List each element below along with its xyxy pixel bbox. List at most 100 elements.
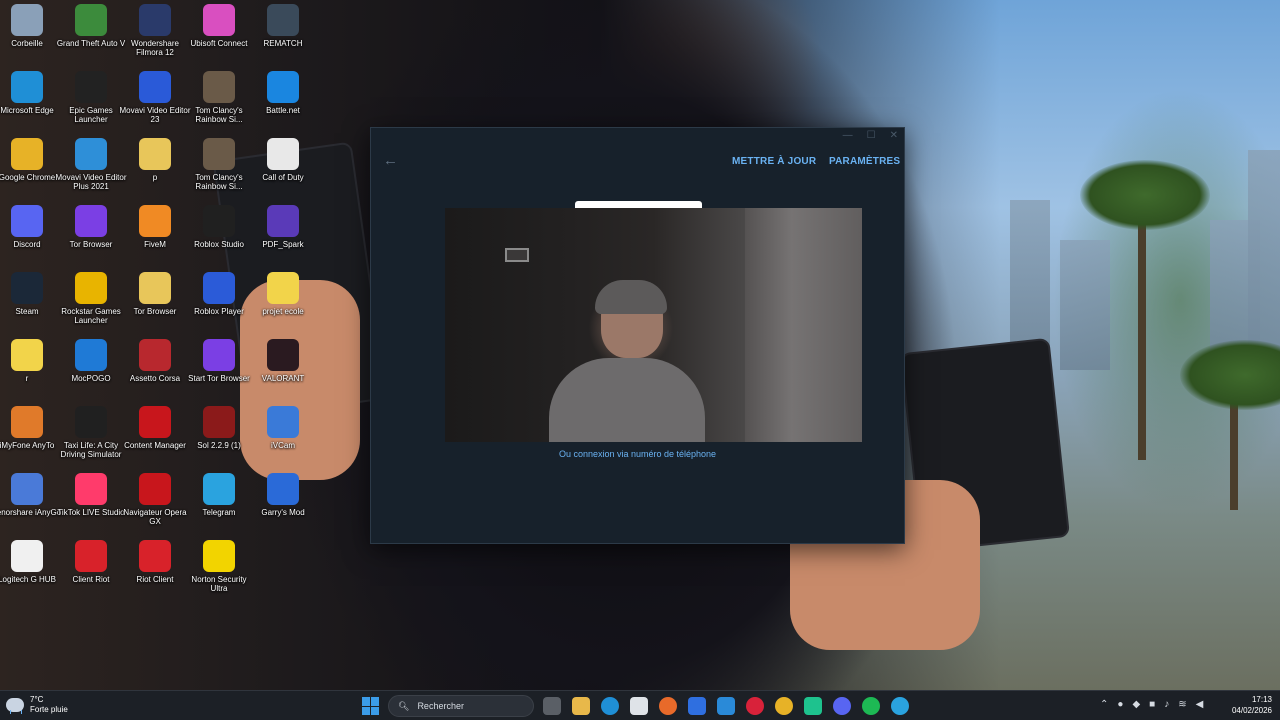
rainbow-six-icon: [203, 138, 235, 170]
telegram-taskbar-icon[interactable]: [891, 697, 909, 715]
desktop-shortcut-label: Taxi Life: A City Driving Simulator: [60, 441, 122, 459]
desktop-shortcut-label: Corbeille: [11, 39, 43, 48]
store-icon[interactable]: [630, 697, 648, 715]
desktop-shortcut[interactable]: Taxi Life: A City Driving Simulator: [60, 406, 122, 468]
desktop-shortcut[interactable]: TikTok LIVE Studio: [57, 473, 125, 535]
desktop-shortcut[interactable]: Discord: [0, 205, 58, 267]
desktop-shortcut[interactable]: Navigateur Opera GX: [123, 473, 187, 535]
desktop-shortcut[interactable]: Tom Clancy's Rainbow Si...: [188, 71, 250, 133]
roblox-player-icon: [203, 272, 235, 304]
desktop-shortcut[interactable]: PDF_Spark: [252, 205, 314, 267]
desktop-shortcut[interactable]: Telegram: [188, 473, 250, 535]
desktop-shortcut[interactable]: Battle.net: [252, 71, 314, 133]
desktop-shortcut[interactable]: Ubisoft Connect: [188, 4, 250, 66]
mic-icon[interactable]: ♪: [1164, 699, 1169, 710]
desktop-shortcut[interactable]: Epic Games Launcher: [60, 71, 122, 133]
desktop-shortcut[interactable]: Corbeille: [0, 4, 58, 66]
tray-app-icon[interactable]: ●: [1117, 699, 1123, 710]
taskbar-search[interactable]: 🔍︎ Rechercher: [388, 695, 534, 717]
discord-taskbar-icon[interactable]: [833, 697, 851, 715]
desktop-shortcut-label: Garry's Mod: [261, 508, 305, 517]
desktop-shortcut[interactable]: Movavi Video Editor 23: [120, 71, 191, 133]
desktop-shortcut[interactable]: Grand Theft Auto V: [57, 4, 125, 66]
minimize-icon[interactable]: —: [843, 130, 853, 141]
update-button[interactable]: METTRE À JOUR: [732, 156, 816, 167]
desktop-shortcut[interactable]: VALORANT: [252, 339, 314, 401]
desktop-shortcut[interactable]: Rockstar Games Launcher: [60, 272, 122, 334]
desktop-shortcut[interactable]: Movavi Video Editor Plus 2021: [56, 138, 127, 200]
start-button[interactable]: [362, 697, 380, 715]
desktop-shortcut[interactable]: Tor Browser: [60, 205, 122, 267]
desktop-shortcut[interactable]: Wondershare Filmora 12: [124, 4, 186, 66]
desktop-shortcut[interactable]: iMyFone AnyTo: [0, 406, 58, 468]
tray-app-icon[interactable]: ◆: [1132, 699, 1140, 710]
desktop-shortcut[interactable]: Tenorshare iAnyGo: [0, 473, 61, 535]
desktop-shortcut-label: Start Tor Browser: [188, 374, 250, 383]
app-icon[interactable]: [804, 697, 822, 715]
desktop-shortcut-label: REMATCH: [263, 39, 303, 48]
weather-widget[interactable]: 7°C Forte pluie: [6, 695, 68, 715]
tor-icon: [203, 339, 235, 371]
desktop-shortcut[interactable]: Content Manager: [124, 406, 186, 468]
task-view-icon[interactable]: [543, 697, 561, 715]
desktop-shortcut[interactable]: Client Riot: [60, 540, 122, 602]
desktop-shortcut[interactable]: Microsoft Edge: [0, 71, 58, 133]
folder-icon: [139, 138, 171, 170]
desktop-shortcut[interactable]: MocPOGO: [60, 339, 122, 401]
app-icon[interactable]: [717, 697, 735, 715]
back-arrow-icon[interactable]: ←: [383, 152, 398, 169]
dropbox-icon[interactable]: [688, 697, 706, 715]
weather-desc: Forte pluie: [30, 705, 68, 714]
spotify-icon[interactable]: [862, 697, 880, 715]
tiktok-icon: [75, 473, 107, 505]
folder-icon: [11, 339, 43, 371]
settings-button[interactable]: PARAMÈTRES: [829, 156, 900, 167]
desktop-shortcut[interactable]: FiveM: [124, 205, 186, 267]
desktop-shortcut[interactable]: Roblox Player: [188, 272, 250, 334]
file-explorer-icon[interactable]: [572, 697, 590, 715]
desktop-shortcut[interactable]: Garry's Mod: [252, 473, 314, 535]
desktop-shortcut[interactable]: projet ecole: [252, 272, 314, 334]
chevron-up-icon[interactable]: ⌃: [1100, 699, 1108, 710]
volume-icon[interactable]: ◀︎: [1196, 699, 1204, 710]
movavi-icon: [139, 71, 171, 103]
desktop-shortcut[interactable]: Roblox Studio: [188, 205, 250, 267]
edge-taskbar-icon[interactable]: [601, 697, 619, 715]
desktop-shortcut-label: Rockstar Games Launcher: [61, 307, 121, 325]
desktop-shortcut[interactable]: Riot Client: [124, 540, 186, 602]
desktop-shortcut[interactable]: Norton Security Ultra: [188, 540, 250, 602]
desktop-shortcut-label: Navigateur Opera GX: [123, 508, 187, 526]
desktop-shortcut[interactable]: Google Chrome: [0, 138, 58, 200]
desktop-shortcut[interactable]: Call of Duty: [252, 138, 314, 200]
tray-app-icon[interactable]: ■: [1149, 699, 1155, 710]
opera-gx-taskbar-icon[interactable]: [746, 697, 764, 715]
wifi-icon[interactable]: ≋: [1178, 699, 1186, 710]
desktop-shortcut-label: iMyFone AnyTo: [0, 441, 55, 450]
desktop-shortcut[interactable]: Tor Browser: [124, 272, 186, 334]
phone-login-link[interactable]: Ou connexion via numéro de téléphone: [371, 449, 904, 459]
desktop-shortcut[interactable]: r: [0, 339, 58, 401]
content-manager-icon: [139, 406, 171, 438]
taskbar-clock[interactable]: 17:13 04/02/2026: [1232, 694, 1272, 716]
desktop-shortcut[interactable]: p: [124, 138, 186, 200]
desktop-shortcut[interactable]: Sol 2.2.9 (1): [188, 406, 250, 468]
maximize-icon[interactable]: ☐: [867, 130, 876, 141]
valorant-icon: [267, 339, 299, 371]
firefox-icon[interactable]: [659, 697, 677, 715]
desktop-shortcut-label: Norton Security Ultra: [191, 575, 247, 593]
chrome-taskbar-icon[interactable]: [775, 697, 793, 715]
desktop-shortcut[interactable]: Assetto Corsa: [124, 339, 186, 401]
desktop-shortcut-label: Battle.net: [266, 106, 300, 115]
movavi-plus-icon: [75, 138, 107, 170]
desktop-shortcut[interactable]: Tom Clancy's Rainbow Si...: [188, 138, 250, 200]
desktop-shortcut-label: Movavi Video Editor Plus 2021: [55, 173, 127, 191]
desktop-shortcut[interactable]: iVCam: [252, 406, 314, 468]
desktop-shortcut[interactable]: REMATCH: [252, 4, 314, 66]
desktop-shortcut[interactable]: Start Tor Browser: [188, 339, 250, 401]
close-icon[interactable]: ✕: [890, 130, 898, 141]
ubisoft-icon: [203, 4, 235, 36]
anyto-icon: [11, 406, 43, 438]
desktop-shortcut-label: Steam: [15, 307, 39, 316]
desktop-shortcut[interactable]: Steam: [0, 272, 58, 334]
desktop-shortcut[interactable]: Logitech G HUB: [0, 540, 58, 602]
